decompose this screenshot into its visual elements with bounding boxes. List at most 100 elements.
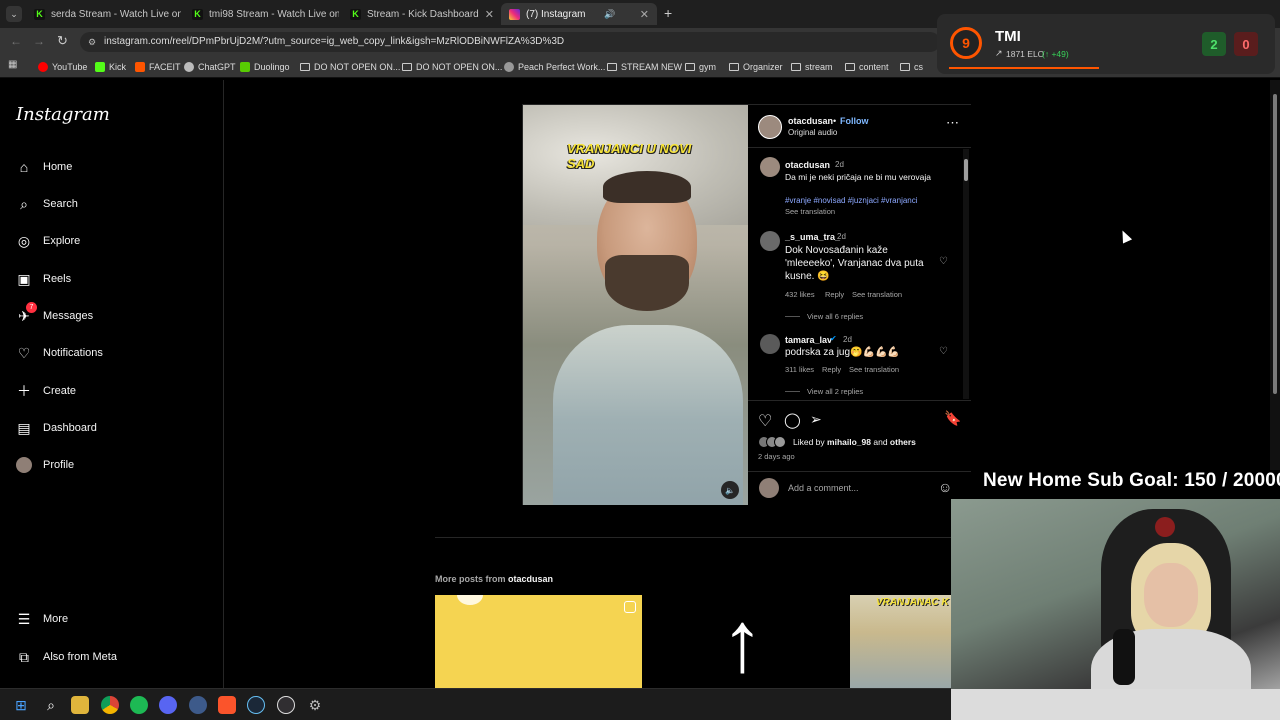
close-icon[interactable]: ✕ xyxy=(479,8,494,21)
comments-scrollbar[interactable] xyxy=(963,149,969,399)
reels-icon xyxy=(624,601,636,613)
emoji-icon[interactable]: ☺ xyxy=(938,479,952,495)
bookmark-kick[interactable]: Kick xyxy=(95,60,126,74)
file-explorer-icon[interactable] xyxy=(71,696,89,714)
windows-start-icon[interactable]: ⊞ xyxy=(12,696,30,714)
bookmark-peach[interactable]: Peach Perfect Work... xyxy=(504,60,605,74)
bookmark-duolingo[interactable]: Duolingo xyxy=(240,60,290,74)
page-scrollbar-thumb[interactable] xyxy=(1273,94,1277,394)
brave-icon[interactable] xyxy=(218,696,236,714)
bookmark-cs[interactable]: cs xyxy=(900,60,923,74)
bookmark-content[interactable]: content xyxy=(845,60,889,74)
spotify-icon[interactable] xyxy=(130,696,148,714)
video-caption: VRANJANCI U NOVI SAD xyxy=(567,141,692,171)
overlay-name: TMI xyxy=(995,28,1021,45)
bookmark-icon[interactable]: 🔖 xyxy=(944,410,961,427)
more-options-icon[interactable]: ⋯ xyxy=(946,115,959,131)
comment-icon[interactable]: ◯ xyxy=(784,411,801,429)
view-replies-link[interactable]: View all 6 replies xyxy=(807,312,863,321)
apps-icon[interactable]: ▦ xyxy=(8,59,17,70)
caption-hashtags[interactable]: #vranje #novisad #juznjaci #vranjanci xyxy=(785,196,965,205)
bookmark-youtube[interactable]: YouTube xyxy=(38,60,87,74)
forward-icon[interactable]: → xyxy=(33,34,45,48)
sidebar-item-meta[interactable]: ⧉ Also from Meta xyxy=(16,643,216,671)
speaker-icon[interactable]: 🔊 xyxy=(604,9,615,20)
app-icon[interactable] xyxy=(189,696,207,714)
reload-icon[interactable]: ↻ xyxy=(57,33,68,49)
bookmark-folder-2[interactable]: DO NOT OPEN ON... xyxy=(402,60,502,74)
url-field[interactable]: ⚙ instagram.com/reel/DPmPbrUjD2M/?utm_so… xyxy=(80,32,940,52)
sidebar-item-explore[interactable]: ◎ Explore xyxy=(16,227,216,255)
back-icon[interactable]: ← xyxy=(10,34,22,48)
tab-instagram[interactable]: (7) Instagram 🔊 ✕ xyxy=(501,3,657,25)
comment-user[interactable]: _s_uma_tra_ xyxy=(785,232,840,242)
see-translation-link[interactable]: See translation xyxy=(852,290,902,299)
sidebar-item-home[interactable]: ⌂ Home xyxy=(16,153,216,181)
comment-likes[interactable]: 432 likes xyxy=(785,290,815,299)
avatar[interactable] xyxy=(760,231,780,251)
reply-link[interactable]: Reply xyxy=(822,365,841,374)
bookmark-faceit[interactable]: FACEIT xyxy=(135,60,181,74)
see-translation-link[interactable]: See translation xyxy=(785,207,835,216)
comment-input[interactable]: Add a comment... xyxy=(788,483,928,493)
liked-by-others[interactable]: others xyxy=(890,437,916,447)
follow-button[interactable]: Follow xyxy=(840,116,869,126)
avatar[interactable] xyxy=(760,157,780,177)
new-tab-button[interactable]: + xyxy=(664,5,672,21)
like-comment-icon[interactable]: ♡ xyxy=(939,346,948,357)
sidebar-item-create[interactable]: ＋ Create xyxy=(16,377,216,405)
bookmark-organizer[interactable]: Organizer xyxy=(729,60,783,74)
bookmark-stream-new[interactable]: STREAM NEW xyxy=(607,60,682,74)
sidebar-item-messages[interactable]: ✈ 7 Messages xyxy=(16,302,216,330)
comments-area[interactable]: otacdusan 2d Da mi je neki pričaja ne bi… xyxy=(748,149,971,399)
bookmark-folder-1[interactable]: DO NOT OPEN ON... xyxy=(300,60,400,74)
page-scrollbar[interactable] xyxy=(1270,80,1280,470)
see-translation-link[interactable]: See translation xyxy=(849,365,899,374)
avatar[interactable] xyxy=(760,334,780,354)
site-info-icon[interactable]: ⚙ xyxy=(88,32,96,52)
tab-tmi98-stream[interactable]: K tmi98 Stream - Watch Live on K ✕ xyxy=(184,3,339,25)
more-post-thumb-1[interactable] xyxy=(435,595,642,688)
sidebar-item-more[interactable]: ☰ More xyxy=(16,605,216,633)
share-icon[interactable]: ➢ xyxy=(810,411,822,428)
bookmark-chatgpt[interactable]: ChatGPT xyxy=(184,60,236,74)
overlay-elo-delta: (↑ +49) xyxy=(1042,49,1069,59)
sidebar-item-dashboard[interactable]: ▤ Dashboard xyxy=(16,414,216,442)
search-icon[interactable]: ⌕ xyxy=(42,696,60,714)
scrollbar-thumb[interactable] xyxy=(964,159,968,181)
sidebar-item-reels[interactable]: ▣ Reels xyxy=(16,265,216,293)
settings-icon[interactable]: ⚙ xyxy=(306,696,324,714)
caption-author[interactable]: otacdusan xyxy=(785,160,830,170)
reel-video[interactable]: VRANJANCI U NOVI SAD 🔈 xyxy=(523,105,748,505)
tab-search-button[interactable]: ⌄ xyxy=(6,6,22,22)
audio-label[interactable]: Original audio xyxy=(788,128,837,137)
tab-serda-stream[interactable]: K serda Stream - Watch Live on K ✕ xyxy=(26,3,181,25)
liked-by-user[interactable]: mihailo_98 xyxy=(827,437,871,447)
comment-likes[interactable]: 311 likes xyxy=(785,365,814,374)
avatar[interactable] xyxy=(758,115,782,139)
comment-user[interactable]: tamara_lav xyxy=(785,335,832,345)
view-replies-link[interactable]: View all 2 replies xyxy=(807,387,863,396)
close-icon[interactable]: ✕ xyxy=(634,8,649,21)
chrome-icon[interactable] xyxy=(101,696,119,714)
more-posts-user[interactable]: otacdusan xyxy=(508,574,553,584)
sidebar-item-search[interactable]: ⌕ Search xyxy=(16,190,216,218)
author-name[interactable]: otacdusan xyxy=(788,116,833,126)
obs-icon[interactable] xyxy=(277,696,295,714)
liked-by-avatars[interactable] xyxy=(758,436,788,448)
comment-time: 2d xyxy=(837,232,846,241)
sidebar-item-notifications[interactable]: ♡ Notifications xyxy=(16,339,216,367)
more-post-thumb-2[interactable]: ↑ xyxy=(643,595,850,688)
steam-icon[interactable] xyxy=(247,696,265,714)
mute-button[interactable]: 🔈 xyxy=(721,481,739,499)
like-icon[interactable]: ♡ xyxy=(758,411,772,431)
instagram-logo[interactable]: Instagram xyxy=(16,104,110,125)
bookmark-gym[interactable]: gym xyxy=(685,60,716,74)
more-post-thumb-3[interactable]: VRANJANAC K xyxy=(850,595,951,688)
discord-icon[interactable] xyxy=(159,696,177,714)
like-comment-icon[interactable]: ♡ xyxy=(939,256,948,267)
bookmark-stream[interactable]: stream xyxy=(791,60,833,74)
sidebar-item-profile[interactable]: Profile xyxy=(16,451,216,479)
tab-kick-dashboard[interactable]: K Stream - Kick Dashboard ✕ xyxy=(342,3,497,25)
reply-link[interactable]: Reply xyxy=(825,290,844,299)
